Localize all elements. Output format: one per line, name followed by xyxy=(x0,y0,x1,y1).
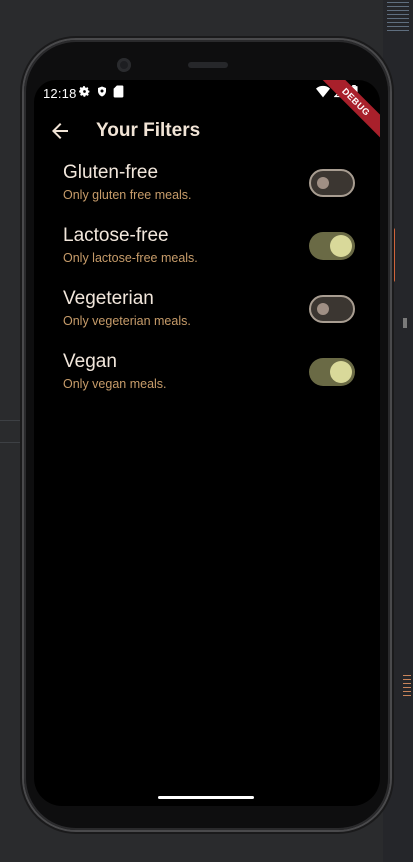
status-time: 12:18 xyxy=(43,86,77,101)
ide-divider xyxy=(0,420,20,421)
ide-divider xyxy=(0,442,20,443)
back-button[interactable] xyxy=(48,119,72,143)
ide-minimap xyxy=(403,675,411,699)
ide-scroll-marker xyxy=(403,318,407,328)
switch-thumb xyxy=(330,235,352,257)
sd-card-icon xyxy=(113,85,124,103)
filter-title: Lactose-free xyxy=(63,225,169,246)
front-camera xyxy=(117,58,131,72)
status-bar: 12:18 DEBUG xyxy=(34,80,380,141)
device-screen: 12:18 DEBUG Your Filters Gluten-free Onl… xyxy=(34,80,380,806)
wifi-icon xyxy=(316,85,330,103)
filter-title: Vegeterian xyxy=(63,288,154,309)
page-title: Your Filters xyxy=(96,120,201,141)
filter-title: Gluten-free xyxy=(63,162,159,183)
filter-subtitle: Only gluten free meals. xyxy=(63,188,192,202)
filter-list: Gluten-free Only gluten free meals. Lact… xyxy=(34,162,380,414)
switch-thumb xyxy=(317,303,329,315)
home-indicator[interactable] xyxy=(158,796,254,799)
earpiece-speaker xyxy=(188,62,228,68)
filter-item-vegeterian[interactable]: Vegeterian Only vegeterian meals. xyxy=(34,288,380,351)
ide-scroll-marker xyxy=(391,228,395,282)
vegeterian-switch[interactable] xyxy=(309,295,355,323)
phone-frame: 12:18 DEBUG Your Filters Gluten-free Onl… xyxy=(24,40,390,830)
ide-minimap xyxy=(387,2,409,34)
gear-icon xyxy=(78,85,91,103)
shield-icon xyxy=(96,85,108,103)
gluten-free-switch[interactable] xyxy=(309,169,355,197)
filter-subtitle: Only vegeterian meals. xyxy=(63,314,191,328)
filter-item-lactose-free[interactable]: Lactose-free Only lactose-free meals. xyxy=(34,225,380,288)
app-bar: Your Filters xyxy=(34,106,380,162)
vegan-switch[interactable] xyxy=(309,358,355,386)
filter-title: Vegan xyxy=(63,351,117,372)
filter-subtitle: Only vegan meals. xyxy=(63,377,167,391)
switch-thumb xyxy=(317,177,329,189)
filter-subtitle: Only lactose-free meals. xyxy=(63,251,198,265)
switch-thumb xyxy=(330,361,352,383)
arrow-back-icon xyxy=(52,123,68,139)
lactose-free-switch[interactable] xyxy=(309,232,355,260)
filter-item-gluten-free[interactable]: Gluten-free Only gluten free meals. xyxy=(34,162,380,225)
filter-item-vegan[interactable]: Vegan Only vegan meals. xyxy=(34,351,380,414)
